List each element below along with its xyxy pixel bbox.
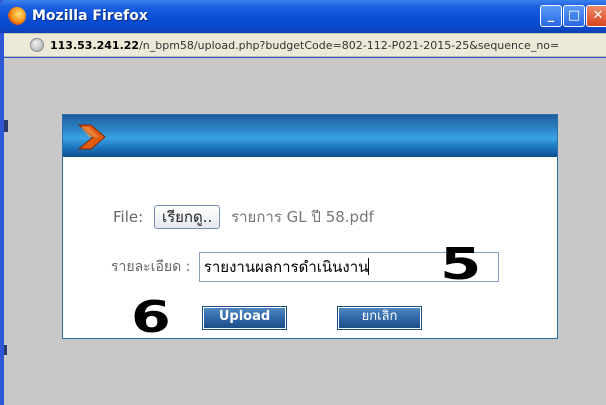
firefox-icon [8,7,26,25]
url-path: /n_bpm58/upload.php?budgetCode=802-112-P… [139,39,560,52]
annotation-number-5: 5 [440,239,482,290]
url-host: 113.53.241.22 [50,39,140,52]
close-button[interactable]: ✕ [586,5,606,27]
text-caret [368,258,370,275]
file-row: File: เรียกดู.. รายการ GL ปี 58.pdf [113,205,374,231]
browser-window: Mozilla Firefox _ □ ✕ 113.53.241.22/n_bp… [0,0,606,405]
minimize-button[interactable]: _ [540,5,562,27]
dialog-header [63,115,557,157]
selected-file-name: รายการ GL ปี 58.pdf [231,208,374,226]
annotation-number-6: 6 [131,292,171,343]
url-text[interactable]: 113.53.241.22/n_bpm58/upload.php?budgetC… [50,39,604,52]
title-bar[interactable]: Mozilla Firefox _ □ ✕ [0,0,606,33]
upload-button[interactable]: Upload [202,306,287,330]
address-bar[interactable]: 113.53.241.22/n_bpm58/upload.php?budgetC… [4,33,606,57]
window-title: Mozilla Firefox [32,8,148,24]
cancel-button[interactable]: ยกเลิก [337,306,422,330]
maximize-button[interactable]: □ [563,5,585,27]
arrow-icon [77,124,106,150]
detail-input-value: รายงานผลการดำเนินงาน [203,258,369,276]
browse-button[interactable]: เรียกดู.. [153,205,221,229]
globe-icon [30,38,44,52]
file-label: File: [113,208,144,226]
detail-label: รายละเอียด : [111,259,191,275]
edge-marker [4,120,8,132]
edge-marker [4,345,7,355]
